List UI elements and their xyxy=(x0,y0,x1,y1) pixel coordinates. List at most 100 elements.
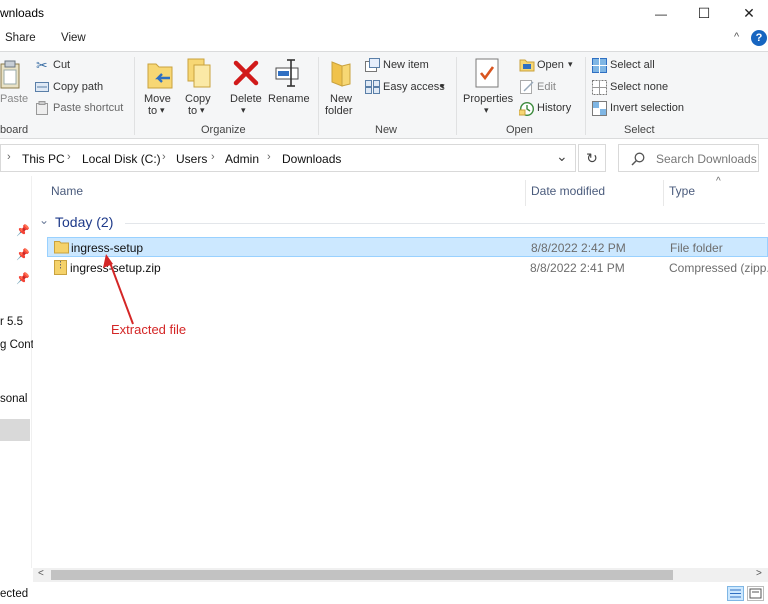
nav-item-selected[interactable] xyxy=(0,419,30,441)
ribbon-separator xyxy=(134,57,135,135)
copy-path-label: Copy path xyxy=(53,81,104,93)
column-divider[interactable] xyxy=(663,180,664,206)
table-row[interactable]: ingress-setup 8/8/2022 2:42 PM File fold… xyxy=(47,237,768,257)
refresh-icon: ↻ xyxy=(586,149,598,166)
new-item-icon xyxy=(365,58,380,72)
folder-icon xyxy=(54,241,69,254)
file-name: ingress-setup xyxy=(71,241,144,255)
nav-item[interactable]: r 5.5 xyxy=(0,316,23,328)
sort-indicator-icon: ^ xyxy=(716,176,721,187)
copy-to-dropdown-icon: ▾ xyxy=(200,105,205,115)
scroll-right-icon[interactable]: > xyxy=(756,568,762,579)
large-icons-view-icon xyxy=(749,588,762,599)
rename-label: Rename xyxy=(268,93,310,105)
annotation-arrow xyxy=(103,254,134,325)
details-view-button[interactable] xyxy=(727,586,744,601)
refresh-button[interactable]: ↻ xyxy=(578,144,606,172)
history-label: History xyxy=(537,102,572,114)
maximize-button[interactable]: ☐ xyxy=(681,0,727,27)
properties-dropdown-icon: ▾ xyxy=(484,105,489,115)
tab-share[interactable]: Share xyxy=(5,32,36,44)
minimize-button[interactable]: — xyxy=(638,0,684,27)
copy-path-icon xyxy=(35,82,49,92)
scrollbar-thumb[interactable] xyxy=(51,570,673,580)
address-dropdown-icon[interactable]: ⌄ xyxy=(556,148,568,165)
cut-label: Cut xyxy=(53,59,71,71)
edit-label: Edit xyxy=(537,81,556,93)
invert-selection-icon xyxy=(592,101,607,116)
title-bar: wnloads — ☐ ✕ xyxy=(0,0,768,27)
breadcrumb-this-pc[interactable]: This PC xyxy=(22,152,65,166)
window-title: wnloads xyxy=(0,6,45,20)
select-all-icon xyxy=(592,58,607,73)
new-item-label: New item xyxy=(383,59,429,71)
breadcrumb-local-disk[interactable]: Local Disk (C:) xyxy=(82,152,161,166)
breadcrumb-separator-icon: › xyxy=(267,151,271,163)
edit-icon xyxy=(520,80,534,94)
ribbon-separator xyxy=(318,57,319,135)
group-divider xyxy=(125,223,765,224)
easy-access-dropdown-icon: ▾ xyxy=(440,81,445,91)
open-dropdown-icon: ▾ xyxy=(568,59,573,69)
open-label: Open xyxy=(537,59,564,71)
horizontal-scrollbar[interactable]: < > xyxy=(33,568,768,582)
breadcrumb-downloads[interactable]: Downloads xyxy=(282,152,341,166)
properties-label: Properties xyxy=(463,93,514,105)
large-icons-view-button[interactable] xyxy=(747,586,764,601)
breadcrumb-admin[interactable]: Admin xyxy=(225,152,259,166)
nav-item[interactable]: sonal xyxy=(0,393,28,405)
search-input[interactable]: Search Downloads xyxy=(656,152,757,166)
status-bar: ected xyxy=(0,584,768,604)
open-group-label: Open xyxy=(506,124,533,136)
close-icon: ✕ xyxy=(743,5,755,21)
copy-to-label-1: Copy xyxy=(185,93,211,105)
collapse-ribbon-icon[interactable]: ^ xyxy=(734,31,739,43)
file-date: 8/8/2022 2:41 PM xyxy=(530,261,625,275)
scissors-icon: ✂ xyxy=(36,57,48,73)
ribbon-separator xyxy=(456,57,457,135)
breadcrumb-users[interactable]: Users xyxy=(176,152,207,166)
delete-icon xyxy=(233,60,259,86)
move-to-label-1: Move xyxy=(144,93,171,105)
details-view-icon xyxy=(730,589,741,598)
nav-item[interactable]: g Cont xyxy=(0,339,34,351)
close-button[interactable]: ✕ xyxy=(726,0,768,27)
move-to-dropdown-icon: ▾ xyxy=(160,105,165,115)
tab-view[interactable]: View xyxy=(61,32,86,44)
ribbon-tabs: Share View ^ ? xyxy=(0,29,768,51)
properties-icon xyxy=(475,58,499,88)
organize-group-label: Organize xyxy=(201,124,246,136)
history-icon xyxy=(519,102,534,116)
clipboard-icon xyxy=(0,60,20,89)
open-icon xyxy=(519,59,535,72)
help-icon[interactable]: ? xyxy=(751,30,767,46)
select-none-label: Select none xyxy=(610,81,669,93)
new-folder-label-1: New xyxy=(330,93,353,105)
move-to-label-2: to xyxy=(148,105,158,117)
column-header-date[interactable]: Date modified xyxy=(531,184,605,198)
easy-access-icon xyxy=(365,80,380,94)
column-header-name[interactable]: Name xyxy=(51,184,83,198)
column-divider[interactable] xyxy=(525,180,526,206)
invert-selection-label: Invert selection xyxy=(610,102,684,114)
copy-to-icon xyxy=(187,58,211,88)
address-bar[interactable]: › This PC › Local Disk (C:) › Users › Ad… xyxy=(0,144,576,172)
group-label: Today (2) xyxy=(55,214,114,230)
clipboard-group-label: board xyxy=(0,124,29,136)
rename-icon xyxy=(275,59,299,87)
pin-icon: 📌 xyxy=(16,225,30,237)
table-row[interactable]: ingress-setup.zip 8/8/2022 2:41 PM Compr… xyxy=(47,258,768,278)
file-list: ^ Name Date modified Type ⌄ Today (2) in… xyxy=(33,176,768,568)
paste-label: Paste xyxy=(0,93,29,105)
new-group-label: New xyxy=(375,124,398,136)
pin-icon: 📌 xyxy=(16,249,30,261)
search-box[interactable]: Search Downloads xyxy=(618,144,759,172)
new-folder-icon xyxy=(331,61,351,87)
status-text: ected xyxy=(0,588,29,600)
ribbon: Paste ✂ Cut Copy path Paste shortcut boa… xyxy=(0,51,768,139)
scroll-left-icon[interactable]: < xyxy=(38,568,44,579)
annotation-label: Extracted file xyxy=(111,322,187,337)
delete-label: Delete xyxy=(230,93,262,105)
column-header-type[interactable]: Type xyxy=(669,184,695,198)
file-type: Compressed (zipp.. xyxy=(669,261,768,275)
